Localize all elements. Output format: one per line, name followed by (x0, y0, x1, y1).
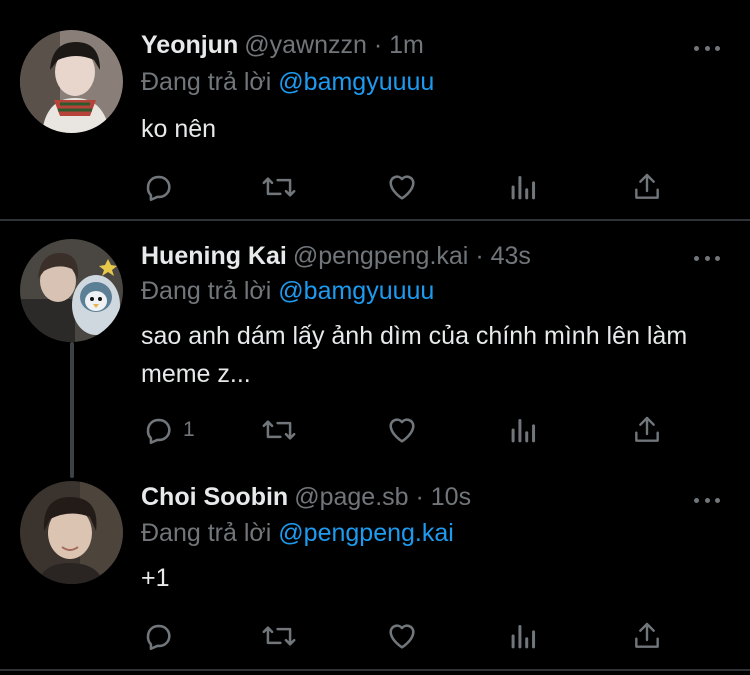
handle[interactable]: @yawnzzn (244, 31, 367, 59)
analytics-button[interactable] (509, 618, 539, 654)
reply-prefix: Đang trả lời (141, 68, 272, 96)
tweet-choi-soobin[interactable]: Choi Soobin @page.sb · 10s Đang trả lời @… (0, 471, 750, 666)
thread-connector-line (70, 342, 74, 478)
reply-icon (146, 418, 171, 445)
separator: · (475, 242, 484, 270)
avatar[interactable] (20, 30, 123, 133)
tweet-divider (0, 669, 750, 671)
retweet-icon (262, 420, 296, 440)
tweet-actions (141, 618, 661, 654)
like-button[interactable] (385, 169, 419, 205)
more-options-icon[interactable] (694, 246, 720, 270)
timestamp[interactable]: 43s (491, 242, 531, 270)
analytics-icon (511, 175, 536, 200)
tweet-actions (141, 169, 661, 205)
person-photo-icon (20, 481, 123, 584)
like-icon (389, 175, 415, 200)
display-name[interactable]: Yeonjun (141, 31, 238, 59)
retweet-button[interactable] (261, 169, 297, 205)
reply-mention-link[interactable]: @pengpeng.kai (278, 519, 454, 547)
reply-prefix: Đang trả lời (141, 519, 272, 547)
reply-mention-link[interactable]: @bamgyuuuu (278, 68, 434, 96)
display-name[interactable]: Huening Kai (141, 242, 287, 270)
share-icon (635, 416, 659, 442)
handle[interactable]: @page.sb (294, 483, 408, 511)
person-photo-icon (20, 239, 123, 342)
like-icon (389, 418, 415, 443)
retweet-icon (262, 626, 296, 646)
tweet-actions: 1 (141, 412, 661, 448)
reply-mention-link[interactable]: @bamgyuuuu (278, 277, 434, 305)
reply-prefix: Đang trả lời (141, 277, 272, 305)
reply-button[interactable] (141, 169, 183, 205)
tweet-text: sao anh dám lấy ảnh dìm của chính mình l… (141, 322, 688, 388)
reply-icon (146, 175, 171, 202)
retweet-button[interactable] (261, 412, 297, 448)
more-options-icon[interactable] (694, 36, 720, 60)
analytics-icon (511, 624, 536, 649)
analytics-button[interactable] (509, 412, 539, 448)
tweet-huening-kai[interactable]: Huening Kai @pengpeng.kai · 43s Đang trả … (0, 221, 750, 478)
retweet-icon (262, 177, 296, 197)
timestamp[interactable]: 10s (431, 483, 471, 511)
tweet-text: +1 (141, 564, 170, 592)
separator: · (415, 483, 424, 511)
share-button[interactable] (631, 169, 663, 205)
avatar[interactable] (20, 239, 123, 342)
person-photo-icon (20, 30, 123, 133)
like-icon (389, 624, 415, 649)
more-options-icon[interactable] (694, 488, 720, 512)
analytics-icon (511, 418, 536, 443)
reply-count: 1 (183, 418, 195, 441)
share-icon (635, 173, 659, 199)
analytics-button[interactable] (509, 169, 539, 205)
reply-icon (146, 624, 171, 651)
avatar[interactable] (20, 481, 123, 584)
handle[interactable]: @pengpeng.kai (293, 242, 469, 270)
retweet-button[interactable] (261, 618, 297, 654)
reply-button[interactable] (141, 618, 183, 654)
reply-button[interactable]: 1 (141, 412, 195, 448)
timestamp[interactable]: 1m (389, 31, 424, 59)
tweet-text: ko nên (141, 115, 217, 143)
like-button[interactable] (385, 618, 419, 654)
share-icon (635, 622, 659, 648)
share-button[interactable] (631, 412, 663, 448)
tweet-yeonjun[interactable]: Yeonjun @yawnzzn · 1m Đang trả lời @bamgy… (0, 0, 750, 220)
share-button[interactable] (631, 618, 663, 654)
separator: · (373, 31, 383, 59)
like-button[interactable] (385, 412, 419, 448)
display-name[interactable]: Choi Soobin (141, 483, 288, 511)
